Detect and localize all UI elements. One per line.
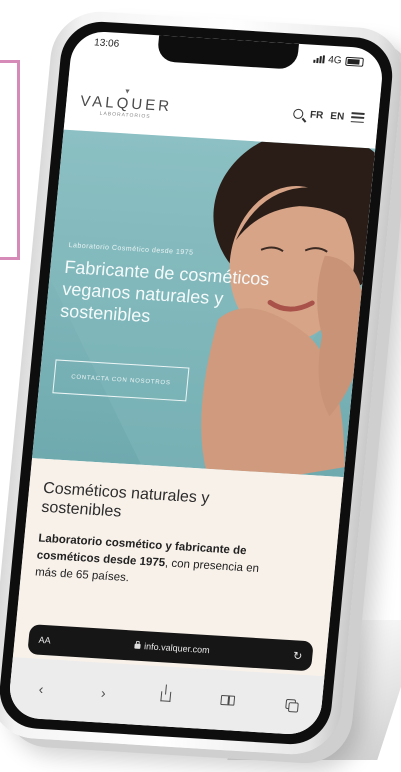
- network-label: 4G: [327, 54, 343, 66]
- reload-icon[interactable]: ↻: [293, 649, 303, 663]
- phone-mockup: 13:06 4G ▼ VALQUER LABORATORIOS FR EN La…: [0, 8, 401, 758]
- phone-screen: 13:06 4G ▼ VALQUER LABORATORIOS FR EN La…: [7, 30, 385, 736]
- header-actions: FR EN: [292, 108, 365, 123]
- tabs-button[interactable]: [274, 688, 307, 720]
- share-icon: [160, 691, 172, 702]
- contact-us-button[interactable]: CONTACTA CON NOSOTROS: [52, 359, 190, 402]
- back-button[interactable]: ‹: [25, 673, 58, 705]
- signal-icon: [312, 55, 325, 64]
- search-icon[interactable]: [292, 108, 304, 120]
- intro-title: Cosméticos naturales y sostenibles: [40, 479, 211, 521]
- battery-icon: [345, 56, 364, 67]
- forward-button[interactable]: ›: [87, 677, 120, 709]
- bookmarks-button[interactable]: [212, 685, 245, 717]
- lang-fr-link[interactable]: FR: [309, 109, 323, 121]
- text-size-button[interactable]: AA: [38, 635, 51, 646]
- bookmarks-icon: [220, 694, 236, 706]
- decorative-frame: [0, 60, 20, 260]
- lock-icon: [133, 643, 141, 649]
- hero-banner: Laboratorio Cosmético desde 1975 Fabrica…: [32, 129, 376, 478]
- share-button[interactable]: [149, 681, 182, 713]
- hamburger-menu-icon[interactable]: [350, 112, 365, 123]
- status-time: 13:06: [93, 37, 120, 50]
- url-text[interactable]: info.valquer.com: [144, 641, 210, 655]
- hero-title: Fabricante de cosméticos veganos natural…: [59, 256, 271, 327]
- valquer-logo[interactable]: ▼ VALQUER LABORATORIOS: [79, 86, 173, 121]
- intro-body: Laboratorio cosmético y fabricante de co…: [34, 531, 264, 596]
- lang-en-link[interactable]: EN: [330, 110, 345, 122]
- tabs-icon: [284, 698, 296, 710]
